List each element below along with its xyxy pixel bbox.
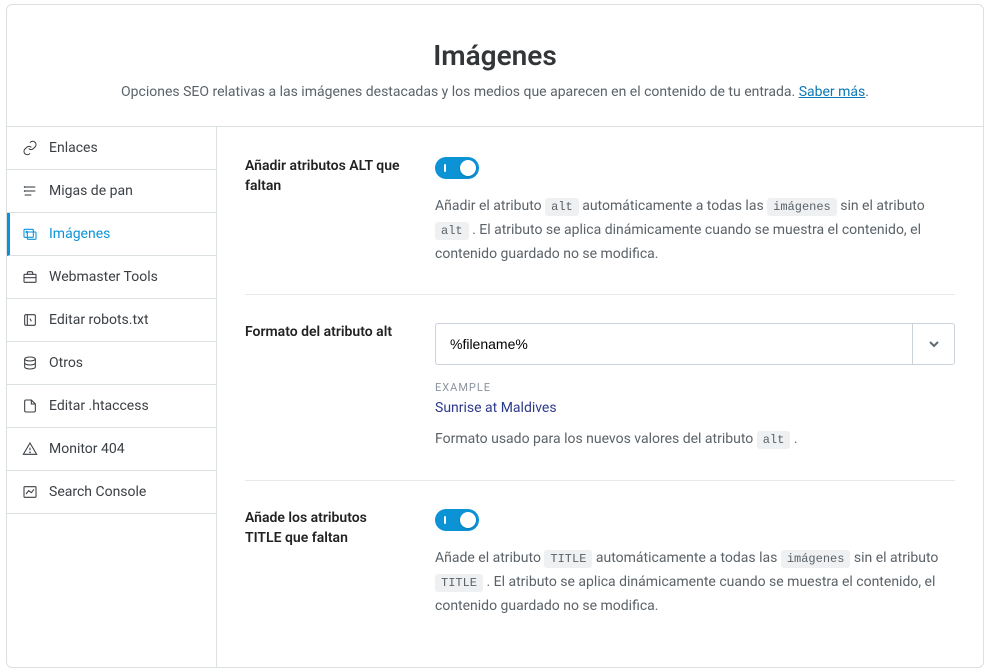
- title-toggle-description: Añade el atributo TITLE automáticamente …: [435, 547, 955, 618]
- settings-panel: Imágenes Opciones SEO relativas a las im…: [6, 4, 984, 668]
- sidebar-nav: Enlaces Migas de pan Imágenes Webmaster Too…: [7, 127, 217, 667]
- content-area: Añadir atributos ALT que faltan Añadir e…: [217, 127, 983, 667]
- example-label: EXAMPLE: [435, 381, 955, 394]
- sidebar-item-migas[interactable]: Migas de pan: [7, 170, 216, 213]
- image-icon: [21, 225, 39, 243]
- robots-icon: [21, 311, 39, 329]
- sidebar-item-monitor[interactable]: Monitor 404: [7, 428, 216, 471]
- sidebar-item-label: Enlaces: [49, 140, 98, 156]
- example-value: Sunrise at Maldives: [435, 400, 955, 416]
- chart-icon: [21, 483, 39, 501]
- inline-code: imágenes: [781, 550, 851, 568]
- page-title: Imágenes: [37, 39, 953, 72]
- file-icon: [21, 397, 39, 415]
- inline-code: alt: [435, 222, 469, 240]
- sidebar-item-label: Search Console: [49, 484, 146, 500]
- sidebar-item-imagenes[interactable]: Imágenes: [7, 213, 216, 256]
- breadcrumb-icon: [21, 182, 39, 200]
- sidebar-item-label: Monitor 404: [49, 441, 125, 457]
- sidebar-item-label: Editar .htaccess: [49, 398, 149, 414]
- inline-code: imágenes: [767, 198, 837, 216]
- chevron-down-icon[interactable]: [912, 324, 954, 364]
- alt-format-description: Formato usado para los nuevos valores de…: [435, 428, 955, 452]
- title-toggle-switch[interactable]: [435, 509, 479, 531]
- page-subtitle: Opciones SEO relativas a las imágenes de…: [37, 84, 953, 100]
- warning-icon: [21, 440, 39, 458]
- field-alt-toggle: Añadir atributos ALT que faltan Añadir e…: [245, 157, 955, 294]
- field-label: Añade los atributos TITLE que faltan: [245, 509, 405, 618]
- toolbox-icon: [21, 268, 39, 286]
- field-title-toggle: Añade los atributos TITLE que faltan Aña…: [245, 480, 955, 646]
- sidebar-item-webmaster[interactable]: Webmaster Tools: [7, 256, 216, 299]
- sidebar-item-label: Imágenes: [49, 226, 110, 242]
- field-label: Añadir atributos ALT que faltan: [245, 157, 405, 266]
- panel-header: Imágenes Opciones SEO relativas a las im…: [7, 5, 983, 126]
- inline-code: TITLE: [544, 550, 592, 568]
- learn-more-link[interactable]: Saber más: [799, 84, 866, 100]
- alt-toggle-switch[interactable]: [435, 157, 479, 179]
- sidebar-item-enlaces[interactable]: Enlaces: [7, 127, 216, 170]
- inline-code: TITLE: [435, 574, 483, 592]
- sidebar-item-otros[interactable]: Otros: [7, 342, 216, 385]
- alt-format-input[interactable]: [436, 324, 912, 364]
- sidebar-item-label: Editar robots.txt: [49, 312, 149, 328]
- sidebar-item-label: Otros: [49, 355, 83, 371]
- sidebar-item-label: Webmaster Tools: [49, 269, 158, 285]
- sidebar-item-label: Migas de pan: [49, 183, 133, 199]
- field-alt-format: Formato del atributo alt EXAMPLE Sunrise…: [245, 294, 955, 480]
- sidebar-item-htaccess[interactable]: Editar .htaccess: [7, 385, 216, 428]
- sidebar-item-search[interactable]: Search Console: [7, 471, 216, 514]
- inline-code: alt: [545, 198, 579, 216]
- alt-toggle-description: Añadir el atributo alt automáticamente a…: [435, 195, 955, 266]
- sidebar-item-robots[interactable]: Editar robots.txt: [7, 299, 216, 342]
- link-icon: [21, 139, 39, 157]
- stack-icon: [21, 354, 39, 372]
- alt-format-select[interactable]: [435, 323, 955, 365]
- inline-code: alt: [757, 431, 791, 449]
- field-label: Formato del atributo alt: [245, 323, 405, 452]
